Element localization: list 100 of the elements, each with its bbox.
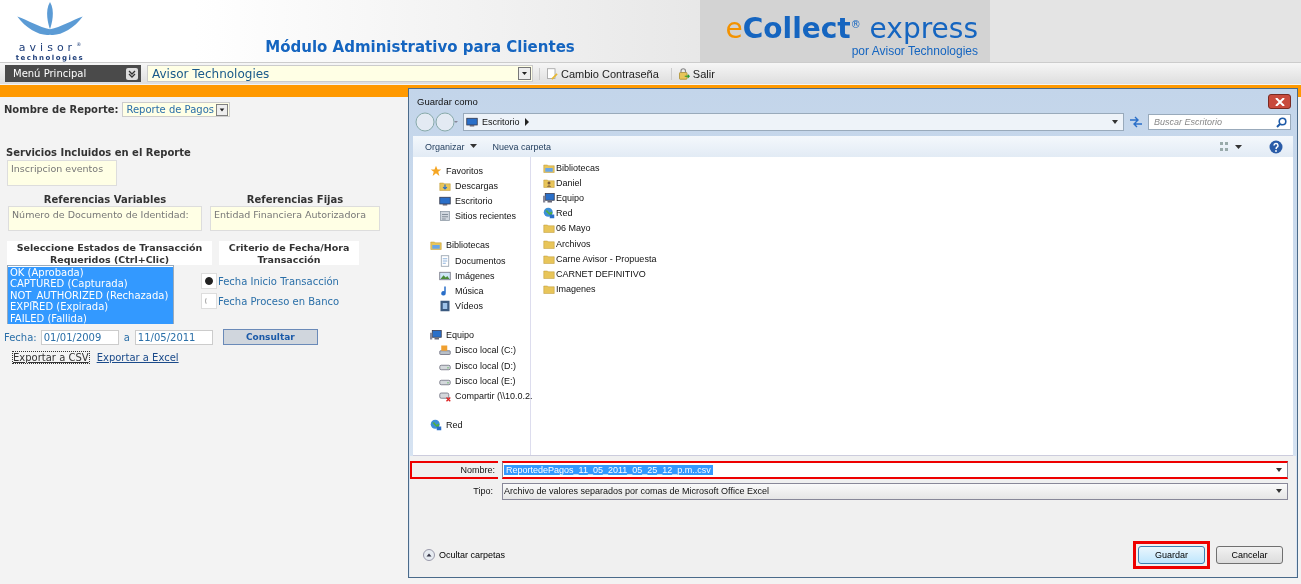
nav-item[interactable]: Bibliotecas [413,237,530,253]
library-folder-icon [430,239,442,252]
file-item[interactable]: Carne Avisor - Propuesta [543,251,657,267]
nav-item[interactable]: Documentos [413,252,530,269]
date-from-field[interactable]: 01/01/2009 [40,329,119,345]
dropdown-arrow-icon [1275,467,1283,473]
chevron-down-icon [126,67,138,80]
radio-button[interactable] [201,293,217,309]
references-label: Referencias Variables [42,194,168,205]
nav-item[interactable]: Vídeos [413,298,530,314]
address-bar[interactable]: Escritorio [463,113,1124,131]
monitor-icon [439,194,451,207]
radio-button[interactable] [201,273,217,289]
collapse-icon [423,549,435,561]
filetype-label: Tipo: [472,485,494,498]
filename-label: Nombre: [410,461,498,479]
close-icon [1274,97,1285,106]
toolbar-button[interactable]: Organizar [425,141,477,152]
view-options-icon[interactable] [1219,140,1243,153]
references-label: Referencias Fijas [245,194,345,205]
user-folder-icon [543,176,555,189]
radio-label: Fecha Inicio Transacción [218,275,339,287]
search-field[interactable]: Buscar Escritorio [1148,114,1291,130]
exit-icon [677,67,690,80]
references-box: Número de Documento de Identidad: [8,206,202,231]
criteria-heading: Criterio de Fecha/Hora Transacción [219,241,359,265]
file-item[interactable]: Red [543,205,657,221]
image-icon [439,269,451,282]
nav-item[interactable]: Equipo [413,327,530,343]
document-icon [439,254,451,267]
nav-item[interactable]: Escritorio [413,193,530,209]
nav-item[interactable]: Sitios recientes [413,208,530,224]
folder-icon [543,252,555,265]
brand-logo: eCollect$^{®}$ express [725,11,978,45]
nav-item[interactable]: Compartir (\\10.0.2. [413,388,530,404]
chevron-right-icon [523,118,530,126]
monitor-icon [466,116,478,128]
nav-item[interactable]: Descargas [413,178,530,194]
main-menu-button[interactable]: Menú Principal [5,65,141,82]
file-item[interactable]: Bibliotecas [543,160,657,176]
hide-folders-button[interactable]: Ocultar carpetas [423,549,506,561]
services-box: Inscripcion eventos [7,160,117,186]
states-heading: Seleccione Estados de Transacción Requeridos (Ctrl+Clic) [7,241,212,265]
menu-link[interactable]: Salir [670,67,721,80]
file-item[interactable]: CARNET DEFINITIVO [543,266,657,282]
nav-item[interactable]: Disco local (E:) [413,373,530,389]
folder-icon [543,237,555,250]
nav-item[interactable]: Música [413,283,530,299]
export-link[interactable]: Exportar a CSV [12,351,90,364]
system-drive-icon [439,344,451,357]
logo-text: avisor$^{®}$ [18,40,82,54]
folder-icon [543,267,555,280]
submit-button[interactable]: Consultar [222,329,318,345]
download-folder-icon [439,179,451,192]
dialog-button[interactable]: Cancelar [1216,546,1283,564]
nav-item[interactable]: Favoritos [413,163,530,179]
recent-places-icon [439,210,451,223]
report-label: Nombre de Reporte: [4,104,119,115]
filetype-select[interactable]: Archivo de valores separados por comas de Microsoft Office Excel [502,482,1288,500]
refresh-icon[interactable] [1128,114,1144,130]
star-icon [430,164,442,177]
computer-icon [430,329,442,342]
file-item[interactable]: Imagenes [543,281,657,297]
date-label: Fecha: [4,331,37,343]
library-folder-icon [543,161,555,174]
radio-label: Fecha Proceso en Banco [218,295,340,307]
brand-tagline: por Avisor Technologies [851,44,978,59]
nav-item[interactable]: Imágenes [413,268,530,284]
film-icon [439,300,451,313]
globe-icon [543,207,555,220]
services-label: Servicios Incluidos en el Reporte [6,147,192,158]
help-icon[interactable] [1269,139,1283,154]
file-item[interactable]: Archivos [543,235,657,252]
dropdown-arrow-icon [1275,488,1283,494]
file-item[interactable]: 06 Mayo [543,220,657,236]
date-to-field[interactable]: 11/05/2011 [134,329,213,345]
nav-item[interactable]: Disco local (D:) [413,358,530,374]
folder-icon [543,222,555,235]
menu-link[interactable]: Cambio Contraseña [539,67,665,80]
references-box: Entidad Financiera Autorizadora [210,206,380,231]
nav-item[interactable]: Disco local (C:) [413,342,530,359]
file-item[interactable]: Daniel [543,175,657,191]
caret-icon [469,144,477,149]
folder-icon [543,283,555,296]
network-drive-icon [439,390,451,403]
computer-icon [543,191,555,204]
dialog-button[interactable]: Guardar [1138,546,1205,564]
search-icon [1276,116,1287,128]
toolbar-button[interactable]: Nueva carpeta [492,141,552,152]
close-button[interactable] [1268,94,1291,109]
dialog-title: Guardar como [417,96,478,107]
report-select[interactable]: Reporte de Pagos [122,102,230,117]
page-title: Módulo Administrativo para Clientes [265,38,575,56]
globe-icon [430,419,442,432]
dropdown-arrow-icon [1111,119,1119,125]
export-link[interactable]: Exportar a Excel [95,351,180,364]
file-item[interactable]: Equipo [543,190,657,206]
nav-item[interactable]: Red [413,417,530,433]
date-separator: a [123,331,130,343]
company-select[interactable]: Avisor Technologies [147,65,533,82]
